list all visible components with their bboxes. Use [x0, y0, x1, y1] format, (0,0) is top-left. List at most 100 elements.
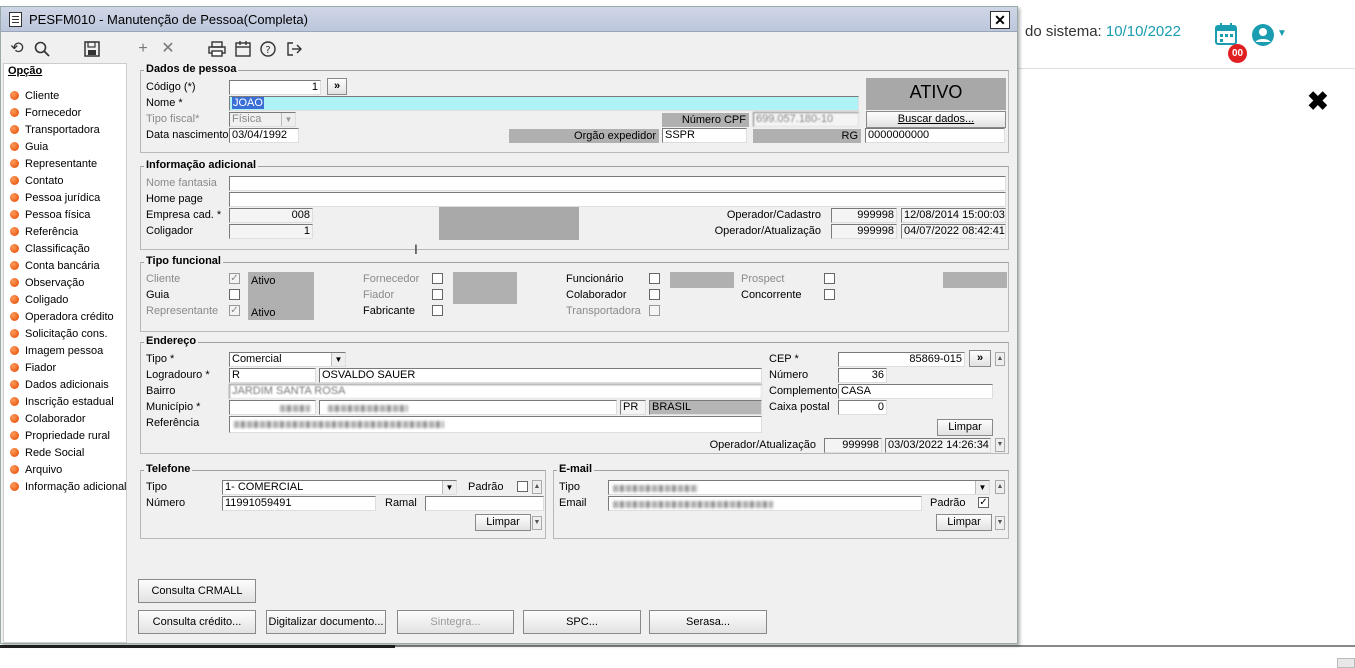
- limpar-email-button[interactable]: Limpar: [936, 514, 992, 531]
- sidebar-item[interactable]: Inscrição estadual: [10, 396, 114, 410]
- sidebar-item[interactable]: Coligado: [10, 294, 68, 308]
- sidebar-item[interactable]: Conta bancária: [10, 260, 100, 274]
- concorrente-checkbox[interactable]: [824, 289, 835, 300]
- sidebar-item[interactable]: Solicitação cons.: [10, 328, 108, 342]
- empresa-cad-field[interactable]: 008: [229, 208, 313, 223]
- scroll-down-icon[interactable]: ▼: [532, 516, 542, 530]
- exit-icon[interactable]: [284, 39, 304, 59]
- sidebar-item[interactable]: Arquivo: [10, 464, 62, 478]
- logradouro-field[interactable]: OSVALDO SAUER: [319, 368, 762, 383]
- sidebar-item[interactable]: Imagem pessoa: [10, 345, 103, 359]
- tipo-telefone-select[interactable]: 1- COMERCIAL: [222, 480, 457, 495]
- sidebar-item[interactable]: Pessoa física: [10, 209, 90, 223]
- email-field[interactable]: [608, 496, 922, 511]
- digitalizar-documento-button[interactable]: Digitalizar documento...: [266, 610, 386, 634]
- sintegra-button[interactable]: Sintegra...: [397, 610, 514, 634]
- refresh-icon[interactable]: ⟲: [7, 39, 27, 59]
- sidebar-item[interactable]: Informação adicional: [10, 481, 127, 495]
- tipo-email-select[interactable]: [608, 480, 990, 495]
- search-icon[interactable]: [32, 39, 52, 59]
- serasa-button[interactable]: Serasa...: [649, 610, 767, 634]
- scroll-up-icon[interactable]: ▲: [995, 480, 1005, 494]
- fabricante-checkbox[interactable]: [432, 305, 443, 316]
- scroll-up-icon[interactable]: ▲: [995, 352, 1005, 366]
- sidebar-item[interactable]: Dados adicionais: [10, 379, 109, 393]
- orgao-expedidor-field[interactable]: SSPR: [662, 128, 747, 143]
- sidebar-item[interactable]: Rede Social: [10, 447, 84, 461]
- cpf-field[interactable]: 699.057.180-10: [753, 112, 859, 127]
- chevron-down-icon[interactable]: ▼: [1277, 28, 1287, 39]
- title-bar[interactable]: PESFM010 - Manutenção de Pessoa(Completa…: [1, 7, 1017, 32]
- guia-checkbox[interactable]: [229, 289, 240, 300]
- numero-endereco-field[interactable]: 36: [838, 368, 887, 383]
- user-icon[interactable]: [1251, 23, 1275, 47]
- scroll-down-icon[interactable]: ▼: [995, 438, 1005, 452]
- padrao-telefone-checkbox[interactable]: [517, 481, 528, 492]
- limpar-endereco-button[interactable]: Limpar: [937, 419, 993, 436]
- numero-telefone-field[interactable]: 11991059491: [222, 496, 376, 511]
- scroll-up-icon[interactable]: ▲: [532, 480, 542, 494]
- sidebar-item[interactable]: Classificação: [10, 243, 90, 257]
- ramal-field[interactable]: [425, 496, 544, 511]
- municipio-field[interactable]: [319, 400, 617, 415]
- sidebar-item[interactable]: Observação: [10, 277, 84, 291]
- consulta-crmall-button[interactable]: Consulta CRMALL: [138, 579, 256, 603]
- tipo-endereco-select[interactable]: Comercial: [229, 352, 346, 367]
- complemento-field[interactable]: CASA: [838, 384, 993, 399]
- sidebar-item[interactable]: Guia: [10, 141, 48, 155]
- close-icon[interactable]: ✖: [1307, 86, 1329, 117]
- data-nascimento-field[interactable]: 03/04/1992: [229, 128, 299, 143]
- fornecedor-checkbox[interactable]: [432, 273, 443, 284]
- codigo-field[interactable]: 1: [229, 80, 321, 95]
- representante-checkbox[interactable]: ✓: [229, 305, 240, 316]
- nome-field[interactable]: JOAO: [229, 96, 859, 111]
- rg-field[interactable]: 0000000000: [865, 128, 1005, 143]
- cep-field[interactable]: 85869-015: [838, 352, 965, 367]
- sidebar-item[interactable]: Propriedade rural: [10, 430, 110, 444]
- save-icon[interactable]: [82, 39, 102, 59]
- transportadora-checkbox[interactable]: [649, 305, 660, 316]
- sidebar-item[interactable]: Pessoa jurídica: [10, 192, 100, 206]
- municipio-code-field[interactable]: [229, 400, 316, 415]
- calendar-icon[interactable]: [1214, 22, 1238, 46]
- sidebar-item[interactable]: Fiador: [10, 362, 56, 376]
- chevron-down-icon[interactable]: ▼: [442, 481, 456, 494]
- fiador-checkbox[interactable]: [432, 289, 443, 300]
- add-icon[interactable]: +: [133, 39, 153, 59]
- sidebar-item[interactable]: Referência: [10, 226, 78, 240]
- chevron-down-icon[interactable]: ▼: [281, 113, 295, 126]
- bairro-field[interactable]: JARDIM SANTA ROSA: [229, 384, 762, 399]
- delete-icon[interactable]: ✕: [158, 39, 178, 59]
- home-page-field[interactable]: [229, 192, 1006, 207]
- sidebar-item[interactable]: Contato: [10, 175, 64, 189]
- buscar-dados-button[interactable]: Buscar dados...: [866, 111, 1006, 128]
- colaborador-checkbox[interactable]: [649, 289, 660, 300]
- funcionario-checkbox[interactable]: [649, 273, 660, 284]
- prospect-checkbox[interactable]: [824, 273, 835, 284]
- padrao-email-checkbox[interactable]: ✓: [978, 497, 989, 508]
- sidebar-item[interactable]: Transportadora: [10, 124, 100, 138]
- print-icon[interactable]: [207, 39, 227, 59]
- sidebar-item[interactable]: Operadora crédito: [10, 311, 114, 325]
- codigo-search-button[interactable]: »: [327, 78, 347, 95]
- spc-button[interactable]: SPC...: [523, 610, 641, 634]
- coligador-field[interactable]: 1: [229, 224, 313, 239]
- limpar-telefone-button[interactable]: Limpar: [475, 514, 531, 531]
- scroll-down-icon[interactable]: ▼: [995, 516, 1005, 530]
- help-icon[interactable]: ?: [258, 39, 278, 59]
- chevron-down-icon[interactable]: ▼: [975, 481, 989, 494]
- chevron-down-icon[interactable]: ▼: [331, 353, 345, 366]
- sidebar-item[interactable]: Cliente: [10, 90, 59, 104]
- sidebar-item[interactable]: Fornecedor: [10, 107, 81, 121]
- window-close-button[interactable]: ✕: [990, 11, 1010, 29]
- caixa-postal-field[interactable]: 0: [838, 400, 887, 415]
- sidebar-item[interactable]: Colaborador: [10, 413, 86, 427]
- referencia-field[interactable]: [229, 416, 762, 433]
- cliente-checkbox[interactable]: ✓: [229, 273, 240, 284]
- scrollbar[interactable]: [1337, 658, 1355, 668]
- consulta-credito-button[interactable]: Consulta crédito...: [138, 610, 256, 634]
- sidebar-item[interactable]: Representante: [10, 158, 97, 172]
- nome-fantasia-field[interactable]: [229, 176, 1006, 191]
- cep-search-button[interactable]: »: [969, 350, 991, 367]
- logradouro-tipo-field[interactable]: R: [229, 368, 316, 383]
